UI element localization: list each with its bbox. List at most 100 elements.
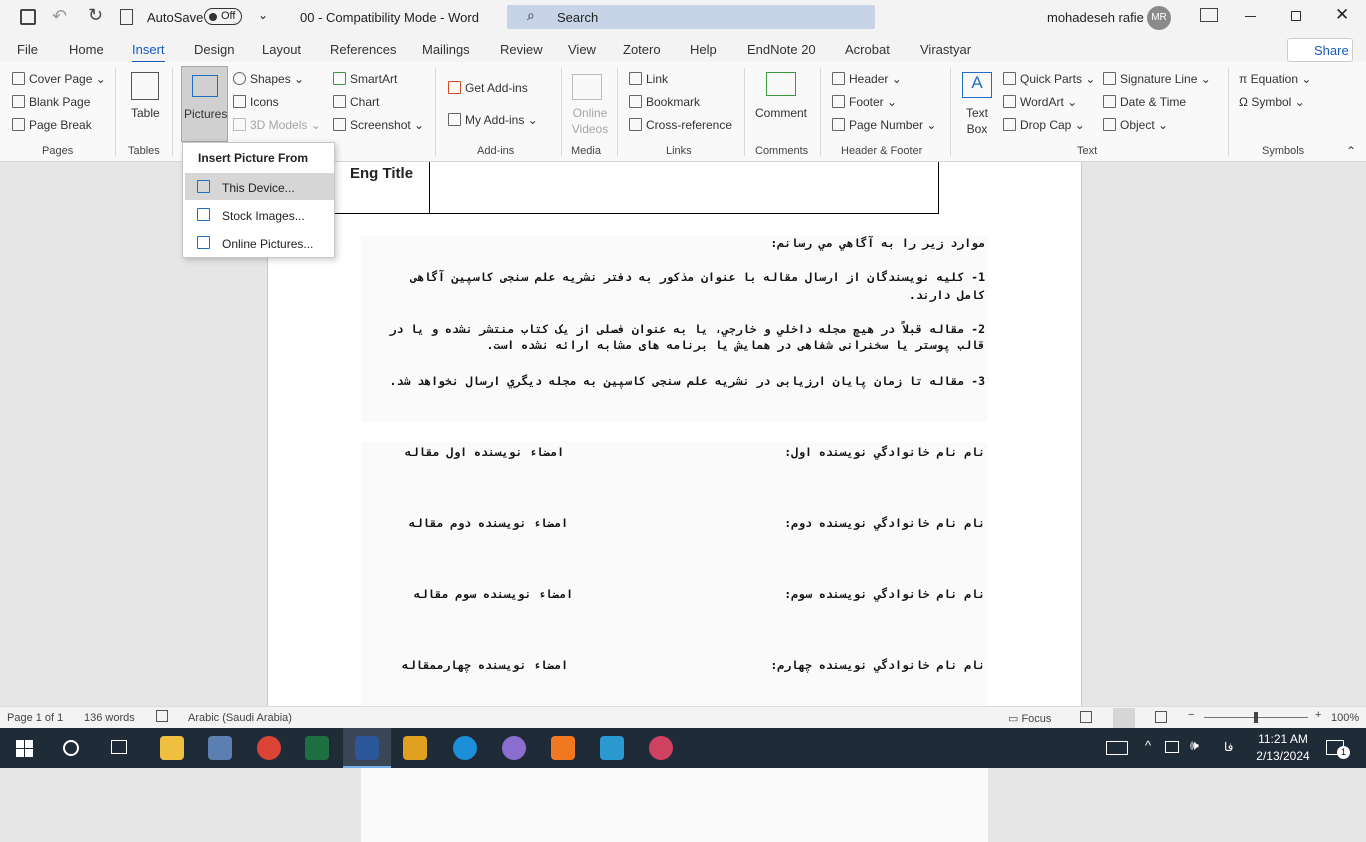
blank-page-button[interactable]: Blank Page xyxy=(12,95,90,109)
header-button[interactable]: Header ⌄ xyxy=(832,72,902,86)
symbol-button[interactable]: Ω Symbol ⌄ xyxy=(1239,95,1305,109)
language-status[interactable]: Arabic (Saudi Arabia) xyxy=(188,712,292,724)
signature-line-button[interactable]: Signature Line ⌄ xyxy=(1103,72,1211,86)
my-addins-icon xyxy=(448,113,461,126)
tab-zotero[interactable]: Zotero xyxy=(623,42,661,57)
page-count[interactable]: Page 1 of 1 xyxy=(7,712,63,724)
menu-item-stock-images[interactable]: Stock Images... xyxy=(185,201,334,228)
focus-button[interactable]: ▭ Focus xyxy=(1008,712,1051,725)
input-language[interactable]: فا xyxy=(1224,740,1233,754)
tab-mailings[interactable]: Mailings xyxy=(422,42,470,57)
zoom-slider[interactable] xyxy=(1204,712,1308,723)
tab-view[interactable]: View xyxy=(568,42,596,57)
author1-name-label: نام نام خانوادگي نويسنده اول: xyxy=(784,445,985,459)
comment-button[interactable]: Comment xyxy=(755,106,807,120)
avatar[interactable]: MR xyxy=(1147,6,1171,30)
zoom-out-icon[interactable]: − xyxy=(1188,709,1194,721)
shapes-button[interactable]: Shapes ⌄ xyxy=(233,72,304,86)
date-time-button[interactable]: Date & Time xyxy=(1103,95,1186,109)
object-button[interactable]: Object ⌄ xyxy=(1103,118,1168,132)
chrome-icon[interactable] xyxy=(257,736,281,760)
volume-icon[interactable]: 🕪 xyxy=(1190,737,1199,754)
zoom-level[interactable]: 100% xyxy=(1331,712,1359,724)
read-mode-icon[interactable] xyxy=(1080,711,1092,723)
author3-name-label: نام نام خانوادگي نويسنده سوم: xyxy=(784,587,985,601)
clock-date[interactable]: 2/13/2024 xyxy=(1252,749,1314,763)
document-page[interactable]: Eng Title موارد زير را به آگاهي مي رسانم… xyxy=(267,162,1082,842)
smartart-button[interactable]: SmartArt xyxy=(333,72,397,86)
customize-qat-icon[interactable]: ⌄ xyxy=(258,8,268,22)
clock-time[interactable]: 11:21 AM xyxy=(1256,732,1310,746)
tab-home[interactable]: Home xyxy=(69,42,104,57)
save-icon[interactable] xyxy=(20,9,36,25)
excel-icon[interactable] xyxy=(305,736,329,760)
print-layout-icon[interactable] xyxy=(1113,708,1135,728)
word-count[interactable]: 136 words xyxy=(84,712,135,724)
edge-icon[interactable] xyxy=(453,736,477,760)
menu-item-this-device[interactable]: This Device... xyxy=(185,173,334,200)
icons-button[interactable]: Icons xyxy=(233,95,279,109)
page-number-button[interactable]: Page Number ⌄ xyxy=(832,118,936,132)
redo-icon[interactable]: ↻ xyxy=(88,5,103,26)
bookmark-button[interactable]: Bookmark xyxy=(629,95,700,109)
web-layout-icon[interactable] xyxy=(1155,711,1167,723)
close-icon[interactable]: ✕ xyxy=(1335,5,1349,25)
tab-insert[interactable]: Insert xyxy=(132,42,165,64)
tab-references[interactable]: References xyxy=(330,42,396,57)
table-button[interactable]: Table xyxy=(131,106,160,120)
word-taskbar-button[interactable] xyxy=(343,728,391,768)
my-addins-button[interactable]: My Add-ins ⌄ xyxy=(448,113,538,127)
file-explorer-icon[interactable] xyxy=(160,736,184,760)
footer-button[interactable]: Footer ⌄ xyxy=(832,95,897,109)
get-addins-button[interactable]: Get Add-ins xyxy=(448,81,528,95)
search-box[interactable]: ⌕ Search xyxy=(507,5,875,29)
proofing-icon[interactable] xyxy=(156,710,168,722)
network-icon[interactable] xyxy=(1165,741,1179,753)
search-taskbar-icon[interactable] xyxy=(63,740,79,756)
media-player-icon[interactable] xyxy=(502,736,526,760)
quick-parts-button[interactable]: Quick Parts ⌄ xyxy=(1003,72,1095,86)
tab-acrobat[interactable]: Acrobat xyxy=(845,42,890,57)
drop-cap-button[interactable]: Drop Cap ⌄ xyxy=(1003,118,1085,132)
user-name[interactable]: mohadeseh rafie xyxy=(1047,10,1144,25)
tab-help[interactable]: Help xyxy=(690,42,717,57)
collapse-ribbon-icon[interactable]: ⌃ xyxy=(1346,144,1356,158)
undo-icon[interactable]: ↶ xyxy=(52,6,67,27)
autosave-toggle[interactable]: Off xyxy=(204,8,242,25)
tab-layout[interactable]: Layout xyxy=(262,42,301,57)
tab-endnote[interactable]: EndNote 20 xyxy=(747,42,816,57)
tab-file[interactable]: File xyxy=(17,42,38,57)
print-preview-icon[interactable] xyxy=(120,9,133,25)
screenshot-button[interactable]: Screenshot ⌄ xyxy=(333,118,424,132)
app-icon[interactable] xyxy=(208,736,232,760)
menu-item-online-pictures[interactable]: Online Pictures... xyxy=(185,229,334,256)
tab-design[interactable]: Design xyxy=(194,42,234,57)
text-box-button[interactable]: Text Box xyxy=(962,105,992,137)
wordart-button[interactable]: WordArt ⌄ xyxy=(1003,95,1077,109)
chart-button[interactable]: Chart xyxy=(333,95,379,109)
online-videos-button[interactable]: Online Videos xyxy=(570,105,610,137)
ribbon-display-icon[interactable] xyxy=(1200,8,1218,22)
3d-models-button[interactable]: 3D Models ⌄ xyxy=(233,118,321,132)
task-view-icon[interactable] xyxy=(111,740,127,754)
app-icon[interactable] xyxy=(649,736,673,760)
pictures-button[interactable]: Pictures xyxy=(181,66,228,142)
cover-page-button[interactable]: Cover Page ⌄ xyxy=(12,72,106,86)
restore-icon[interactable] xyxy=(1291,11,1301,21)
cross-reference-button[interactable]: Cross-reference xyxy=(629,118,732,132)
share-button[interactable]: Share xyxy=(1287,38,1353,62)
page-break-button[interactable]: Page Break xyxy=(12,118,92,132)
zoom-in-icon[interactable]: + xyxy=(1315,709,1321,721)
app-icon[interactable] xyxy=(403,736,427,760)
link-button[interactable]: Link xyxy=(629,72,668,86)
start-icon[interactable] xyxy=(16,740,33,757)
app-icon[interactable] xyxy=(600,736,624,760)
header-label: Header xyxy=(849,72,889,86)
minimize-icon[interactable] xyxy=(1245,16,1256,17)
tab-review[interactable]: Review xyxy=(500,42,543,57)
keyboard-icon[interactable] xyxy=(1106,741,1128,755)
equation-button[interactable]: π Equation ⌄ xyxy=(1239,72,1311,86)
tab-virastyar[interactable]: Virastyar xyxy=(920,42,971,57)
show-hidden-icons-icon[interactable]: ^ xyxy=(1145,738,1151,753)
pdf-app-icon[interactable] xyxy=(551,736,575,760)
